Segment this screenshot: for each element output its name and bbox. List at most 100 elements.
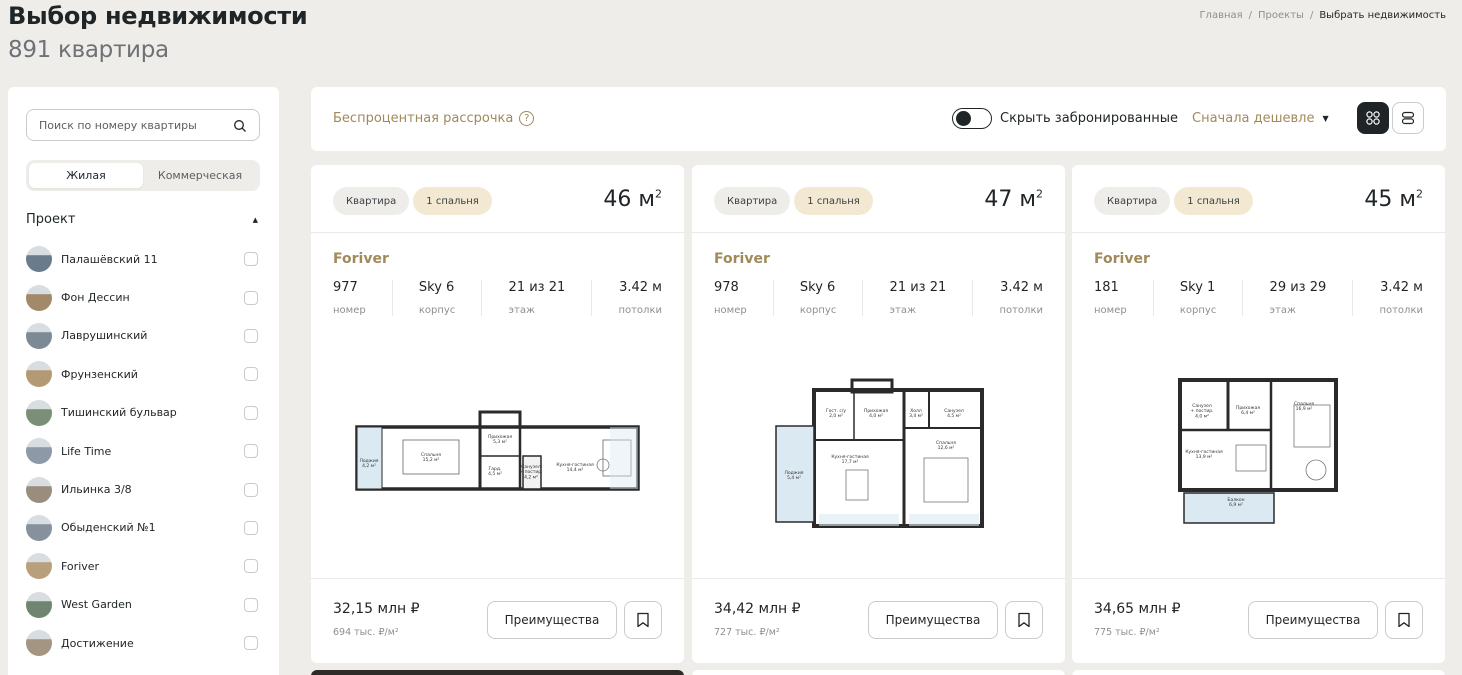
- apartment-card[interactable]: Квартира 1 спальня 46 м2 Foriver 977 номе…: [311, 165, 684, 663]
- list-view-button[interactable]: [1392, 102, 1424, 134]
- project-option[interactable]: Палашёвский 11: [26, 240, 258, 278]
- price-per-meter: 694 тыс. ₽/м²: [333, 627, 399, 638]
- project-option[interactable]: Лаврушинский: [26, 317, 258, 355]
- tab-residential[interactable]: Жилая: [29, 163, 143, 188]
- project-option[interactable]: Life Time: [26, 432, 258, 470]
- price-per-meter: 775 тыс. ₽/м²: [1094, 627, 1160, 638]
- breadcrumb-home[interactable]: Главная: [1199, 10, 1242, 21]
- apartment-card[interactable]: Квартира 1 спальня 45 м2 Foriver 181 номе…: [1072, 165, 1445, 663]
- project-thumbnail: [26, 322, 52, 349]
- floor-plan-image[interactable]: Гост. с/у 2,0 м² Прихожая 4,0 м² Холл 3,4 м² С…: [692, 340, 1065, 565]
- grid-view-button[interactable]: [1357, 102, 1389, 134]
- search-input[interactable]: Поиск по номеру квартиры: [26, 109, 260, 141]
- apartment-stats: 181 номер Sky 1 корпус 29 из 29 этаж 3.42 м…: [1094, 280, 1423, 316]
- ceiling-height: 3.42 м: [619, 280, 662, 295]
- room-label: Холл 3,4 м²: [909, 408, 923, 419]
- project-checkbox[interactable]: [244, 482, 258, 497]
- advantages-button[interactable]: Преимущества: [1248, 601, 1378, 639]
- project-option-label: Ильинка 3/8: [61, 483, 132, 497]
- project-checkbox[interactable]: [244, 328, 258, 343]
- sort-dropdown[interactable]: Сначала дешевле ▼: [1192, 111, 1329, 126]
- favorite-button[interactable]: [1005, 601, 1043, 639]
- project-option-label: Life Time: [61, 444, 112, 458]
- question-icon[interactable]: ?: [519, 111, 535, 126]
- card-divider: [1072, 232, 1445, 233]
- project-checkbox[interactable]: [244, 597, 258, 612]
- project-filter-header[interactable]: Проект ▲: [26, 212, 258, 227]
- project-thumbnail: [26, 476, 52, 503]
- apartment-card[interactable]: Квартира 1 спальня 47 м2 Foriver 978 номе…: [692, 165, 1065, 663]
- room-label: Прихожая 5,3 м²: [488, 434, 512, 445]
- project-option[interactable]: Достижение: [26, 624, 258, 662]
- building: Sky 6: [799, 280, 836, 295]
- advantages-button[interactable]: Преимущества: [868, 601, 998, 639]
- bookmark-icon: [637, 612, 649, 628]
- project-thumbnail: [26, 438, 52, 465]
- hide-booked-label[interactable]: Скрыть забронированные: [1000, 111, 1178, 126]
- project-list: Палашёвский 11 Фон Дессин Лаврушинский Фрун…: [26, 240, 258, 662]
- project-checkbox[interactable]: [244, 520, 258, 535]
- list-icon: [1401, 111, 1415, 125]
- project-checkbox[interactable]: [244, 290, 258, 305]
- type-tag: Квартира: [333, 187, 410, 215]
- room-label: Гард. 4,5 м²: [488, 466, 502, 477]
- advantages-button[interactable]: Преимущества: [487, 601, 617, 639]
- building: Sky 1: [1179, 280, 1216, 295]
- project-option[interactable]: Тишинский бульвар: [26, 394, 258, 432]
- project-checkbox[interactable]: [244, 367, 258, 382]
- project-thumbnail: [26, 361, 52, 388]
- apartment-stats: 977 номер Sky 6 корпус 21 из 21 этаж 3.42 м…: [333, 280, 662, 316]
- project-checkbox[interactable]: [244, 252, 258, 267]
- project-name[interactable]: Foriver: [1094, 251, 1150, 267]
- favorite-button[interactable]: [1385, 601, 1423, 639]
- project-filter-label: Проект: [26, 212, 76, 227]
- rooms-tag: 1 спальня: [1174, 187, 1253, 215]
- project-thumbnail: [26, 399, 52, 426]
- apartment-card-next[interactable]: [311, 670, 684, 675]
- project-option[interactable]: Обыденский №1: [26, 509, 258, 547]
- project-checkbox[interactable]: [244, 559, 258, 574]
- project-option[interactable]: Foriver: [26, 547, 258, 585]
- project-thumbnail: [26, 246, 52, 273]
- card-divider: [1072, 578, 1445, 579]
- room-label: Кухня-гостиная 17,7 м²: [831, 454, 869, 465]
- search-icon[interactable]: [233, 119, 247, 133]
- price: 34,65 млн ₽: [1094, 601, 1181, 617]
- rooms-tag: 1 спальня: [794, 187, 873, 215]
- project-checkbox[interactable]: [244, 444, 258, 459]
- breadcrumb-separator: /: [1309, 10, 1314, 21]
- project-thumbnail: [26, 591, 52, 618]
- rooms-tag: 1 спальня: [413, 187, 492, 215]
- project-option[interactable]: Фон Дессин: [26, 278, 258, 316]
- page-title: Выбор недвижимости: [8, 2, 308, 30]
- room-label: Прихожая 6,4 м²: [1236, 405, 1260, 416]
- chevron-up-icon[interactable]: ▲: [253, 216, 258, 224]
- apartment-card-next[interactable]: [1072, 670, 1445, 675]
- room-label: Кухня-гостиная 14,4 м²: [556, 462, 594, 473]
- favorite-button[interactable]: [624, 601, 662, 639]
- project-checkbox[interactable]: [244, 405, 258, 420]
- card-tags: Квартира 1 спальня: [1094, 187, 1253, 215]
- project-option[interactable]: West Garden: [26, 586, 258, 624]
- installment-filter[interactable]: Беспроцентная рассрочка ?: [333, 111, 535, 126]
- ceiling-height: 3.42 м: [1380, 280, 1423, 295]
- project-checkbox[interactable]: [244, 636, 258, 651]
- tab-commercial[interactable]: Коммерческая: [143, 163, 257, 188]
- hide-booked-toggle[interactable]: [952, 108, 992, 129]
- price: 34,42 млн ₽: [714, 601, 801, 617]
- project-option-label: Фон Дессин: [61, 291, 130, 305]
- room-label: Лоджия 4,2 м²: [360, 458, 379, 469]
- floor-plan-image[interactable]: Лоджия 4,2 м² Спальня 15,2 м² Прихожая 5,3 м²…: [311, 340, 684, 565]
- floor-plan-image[interactable]: Санузел + постир. 4,0 м² Прихожая 6,4 м² Спал…: [1072, 340, 1445, 565]
- breadcrumb-projects[interactable]: Проекты: [1258, 10, 1304, 21]
- apartment-card-next[interactable]: [692, 670, 1065, 675]
- filter-sidebar: Поиск по номеру квартиры Жилая Коммерчес…: [8, 87, 279, 675]
- room-label: Лоджия 5,4 м²: [784, 470, 803, 481]
- apartment-number: 977: [333, 280, 358, 295]
- project-name[interactable]: Foriver: [333, 251, 389, 267]
- project-option[interactable]: Фрунзенский: [26, 355, 258, 393]
- price-per-meter: 727 тыс. ₽/м²: [714, 627, 780, 638]
- project-name[interactable]: Foriver: [714, 251, 770, 267]
- project-option-label: West Garden: [61, 598, 132, 612]
- project-option[interactable]: Ильинка 3/8: [26, 470, 258, 508]
